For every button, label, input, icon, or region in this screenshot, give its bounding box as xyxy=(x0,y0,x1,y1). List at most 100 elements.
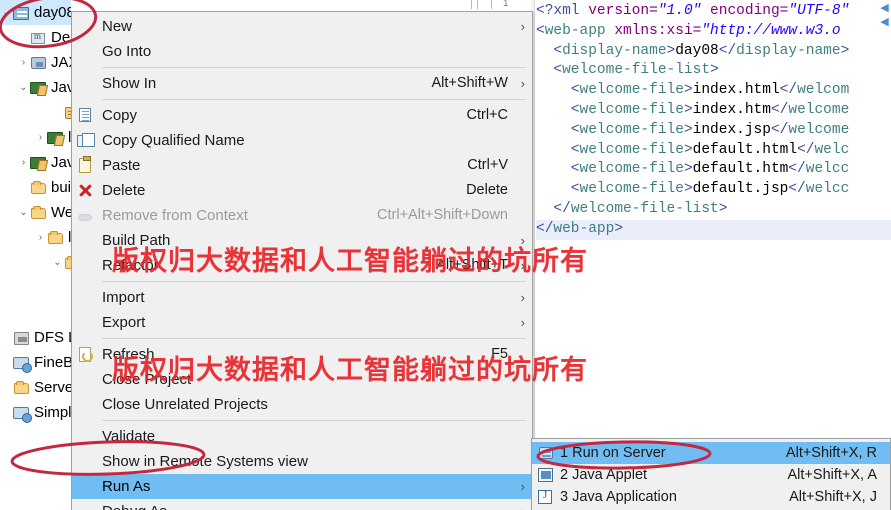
code-token: welcome-file xyxy=(579,101,684,118)
chevron-right-icon[interactable]: › xyxy=(34,125,47,150)
menu-item-refactor[interactable]: Refactor Alt+Shift+T › xyxy=(72,253,532,278)
code-token: </ xyxy=(788,181,806,198)
chevron-right-icon[interactable]: › xyxy=(17,50,30,75)
code-token: < xyxy=(536,42,563,59)
chevron-down-icon[interactable]: ⌄ xyxy=(0,0,13,25)
menu-item-go-into[interactable]: Go Into xyxy=(72,39,532,64)
tree-item[interactable]: Simple xyxy=(0,400,71,425)
menu-item-build-path[interactable]: Build Path › xyxy=(72,228,532,253)
chevron-down-icon[interactable]: ⌄ xyxy=(17,200,30,225)
chevron-down-icon[interactable]: ⌄ xyxy=(17,75,30,100)
code-line: <?xml version="1.0" encoding="UTF-8" xyxy=(536,2,891,22)
tree-item[interactable]: ⌄ day08 xyxy=(0,0,71,25)
submenu-item-1-run-on-server[interactable]: 1 Run on Server Alt+Shift+X, R xyxy=(532,442,890,464)
menu-item-import[interactable]: Import › xyxy=(72,285,532,310)
code-token: > xyxy=(683,141,693,158)
code-token: index.htm xyxy=(692,101,771,118)
menu-item-delete[interactable]: Delete Delete xyxy=(72,178,532,203)
tree-item-label: day08 xyxy=(34,4,71,21)
menu-item-label: Export xyxy=(102,314,146,331)
menu-item-copy[interactable]: Copy Ctrl+C xyxy=(72,103,532,128)
code-token: > xyxy=(614,220,624,237)
code-token: "1.0" xyxy=(657,3,702,19)
folder-icon xyxy=(13,380,31,396)
tree-item[interactable]: Server xyxy=(0,375,71,400)
code-token: < xyxy=(536,82,580,99)
code-line: <welcome-file-list> xyxy=(536,61,891,81)
code-token: index.jsp xyxy=(692,121,771,138)
menu-item-run-as[interactable]: Run As › xyxy=(72,474,532,499)
code-token: </ xyxy=(797,141,815,158)
chevron-down-icon[interactable]: ⌄ xyxy=(51,250,64,275)
tree-item[interactable]: › Jav xyxy=(0,150,71,175)
menu-item-close-unrelated-projects[interactable]: Close Unrelated Projects xyxy=(72,392,532,417)
tree-item[interactable] xyxy=(0,275,71,300)
menu-item-paste[interactable]: Paste Ctrl+V xyxy=(72,153,532,178)
tree-item[interactable]: Dep xyxy=(0,25,71,50)
chevron-right-icon: › xyxy=(520,76,525,91)
project-context-menu[interactable]: New › Go Into Show In Alt+Shift+W › Copy Ctrl+C… xyxy=(71,11,533,510)
code-token: encoding= xyxy=(701,3,789,19)
submenu-item-label: 3 Java Application xyxy=(560,489,677,505)
submenu-item-2-java-applet[interactable]: 2 Java Applet Alt+Shift+X, A xyxy=(532,464,890,486)
menu-item-label: Run As xyxy=(102,478,151,495)
project-explorer-tree[interactable]: ⌄day08Dep›JAX⌄Javs›l›Javbui⌄We›l⌄VDFS LF… xyxy=(0,0,71,510)
xml-source-code[interactable]: <?xml version="1.0" encoding="UTF-8" < web… xyxy=(536,2,891,240)
tree-item[interactable]: ⌄V xyxy=(0,250,71,275)
tree-item[interactable]: DFS L xyxy=(0,325,71,350)
menu-item-refresh[interactable]: Refresh F5 xyxy=(72,342,532,367)
code-token: welcc xyxy=(805,161,850,178)
menu-item-icon-empty xyxy=(76,503,102,510)
scroll-up-icon[interactable]: ◀ xyxy=(878,2,891,15)
tree-item[interactable]: ⌄ Jav xyxy=(0,75,71,100)
code-token: welcome-file xyxy=(579,121,684,138)
code-token: default.jsp xyxy=(692,181,789,198)
code-token: </ xyxy=(718,42,737,59)
code-token: default.htm xyxy=(692,161,789,178)
folder-icon xyxy=(30,205,48,221)
code-line: <welcome-file>default.html</welc xyxy=(536,141,891,161)
chevron-right-icon[interactable]: › xyxy=(17,150,30,175)
submenu-item-3-java-application[interactable]: 3 Java Application Alt+Shift+X, J xyxy=(532,486,890,508)
xml-editor-pane[interactable]: <?xml version="1.0" encoding="UTF-8" < web… xyxy=(531,0,891,510)
menu-item-show-in-remote-systems-view[interactable]: Show in Remote Systems view xyxy=(72,449,532,474)
menu-item-label: Refactor xyxy=(102,257,159,274)
project-icon xyxy=(13,5,31,21)
tree-item-label: Simple xyxy=(34,404,71,421)
delete-icon xyxy=(78,184,92,197)
screenshot-root: ⌄day08Dep›JAX⌄Javs›l›Javbui⌄We›l⌄VDFS LF… xyxy=(0,0,891,510)
menu-separator xyxy=(102,99,526,100)
tree-item-label: FineBI xyxy=(34,354,71,371)
menu-item-close-project[interactable]: Close Project xyxy=(72,367,532,392)
tree-item[interactable]: FineBI xyxy=(0,350,71,375)
scroll-down-icon[interactable]: ◀ xyxy=(878,16,891,29)
code-token: < xyxy=(536,121,580,138)
code-token: welcome-file-list xyxy=(562,62,711,79)
tree-item[interactable]: ⌄ We xyxy=(0,200,71,225)
menu-item-export[interactable]: Export › xyxy=(72,310,532,335)
copy-icon xyxy=(76,107,102,125)
tree-item[interactable]: › l xyxy=(0,225,71,250)
tree-item[interactable]: s xyxy=(0,100,71,125)
code-token: welcom xyxy=(797,82,850,99)
source-folder-icon xyxy=(30,80,48,96)
code-token: < xyxy=(536,161,580,178)
tree-item[interactable]: › l xyxy=(0,125,71,150)
run-as-submenu[interactable]: 1 Run on Server Alt+Shift+X, R 2 Java Appl… xyxy=(531,438,891,510)
menu-item-validate[interactable]: Validate xyxy=(72,424,532,449)
tree-item[interactable]: bui xyxy=(0,175,71,200)
refresh-icon xyxy=(79,346,93,362)
tree-item[interactable] xyxy=(0,300,71,325)
menu-item-copy-qualified-name[interactable]: Copy Qualified Name xyxy=(72,128,532,153)
code-token: welcome-file xyxy=(579,141,684,158)
dfs-locations-icon xyxy=(13,330,31,346)
java-application-icon xyxy=(538,489,552,504)
code-token: web-app xyxy=(553,220,615,237)
java-applet-icon xyxy=(538,467,553,482)
refresh-icon xyxy=(76,346,102,364)
menu-item-show-in[interactable]: Show In Alt+Shift+W › xyxy=(72,71,532,96)
menu-item-debug-as[interactable]: Debug As › xyxy=(72,499,532,510)
chevron-right-icon[interactable]: › xyxy=(34,225,47,250)
menu-item-new[interactable]: New › xyxy=(72,14,532,39)
tree-item[interactable]: › JAX xyxy=(0,50,71,75)
